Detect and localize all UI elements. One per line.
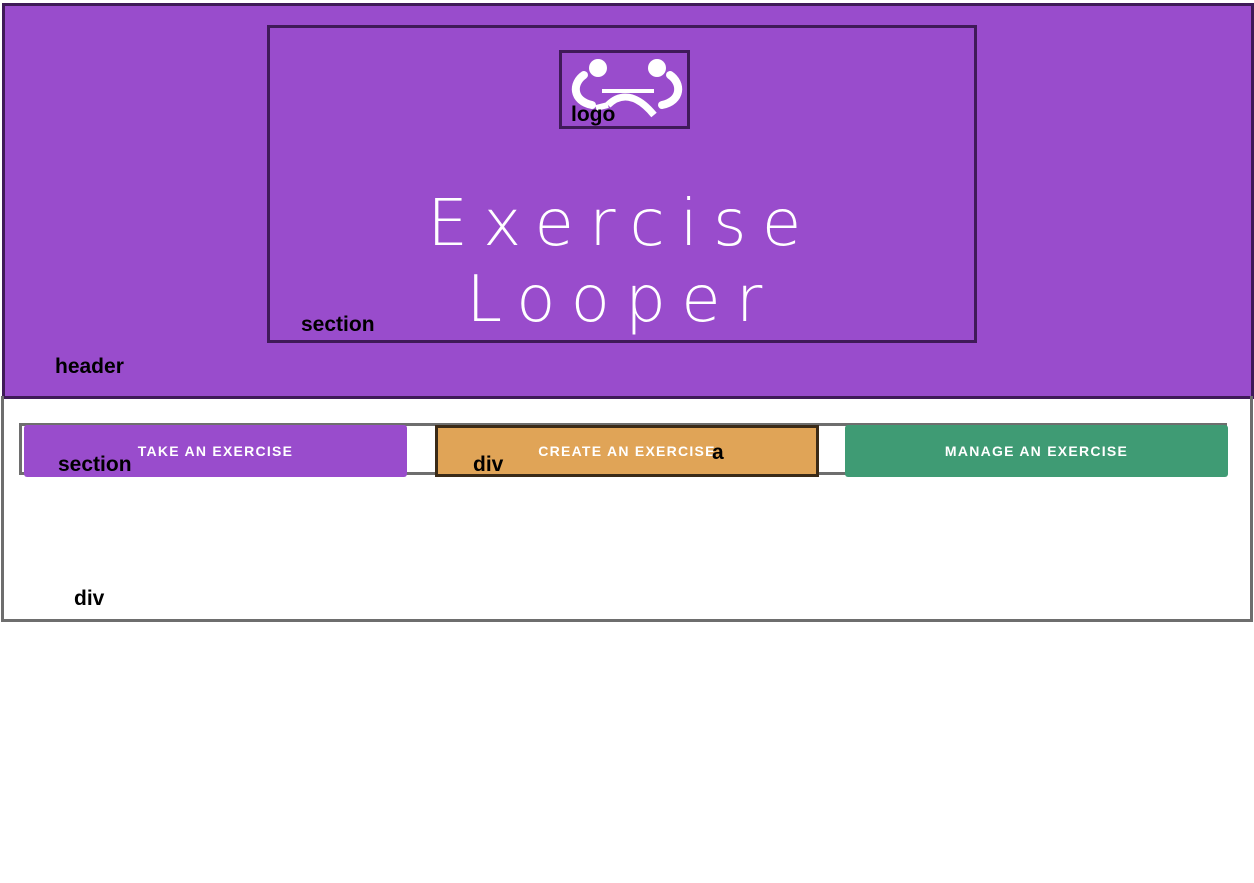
hero-section-label: section: [301, 313, 375, 336]
page-title-line-1: Exercise: [427, 187, 817, 261]
create-div-label: div: [473, 453, 504, 476]
anchor-label: a: [712, 441, 724, 464]
manage-exercise-button[interactable]: MANAGE AN EXERCISE: [845, 425, 1228, 477]
logo-label: logo: [571, 103, 616, 126]
hero-section: logo Exercise Looper section: [267, 25, 977, 343]
header-label: header: [55, 355, 124, 378]
page-title-line-2: Looper: [466, 263, 778, 337]
logo[interactable]: logo: [559, 50, 690, 129]
main-div-label: div: [74, 587, 105, 610]
buttons-section-label: section: [58, 453, 132, 476]
page-title: Exercise Looper: [270, 186, 974, 338]
